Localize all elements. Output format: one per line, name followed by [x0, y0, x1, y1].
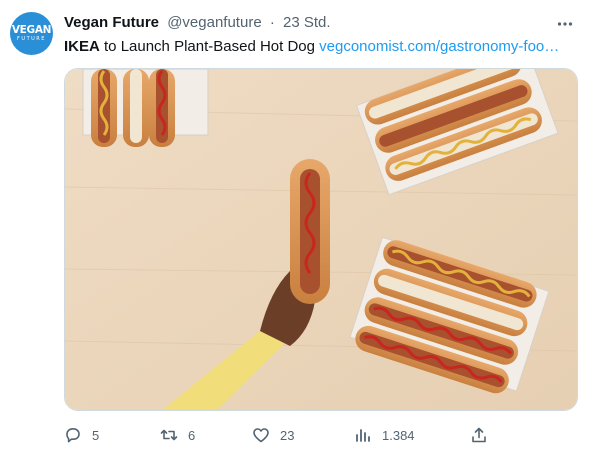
reply-count: 5: [92, 427, 100, 443]
tweet-link[interactable]: vegconomist.com/gastronomy-foo…: [319, 38, 559, 55]
like-button[interactable]: 23: [252, 424, 294, 446]
tweet-text-body: to Launch Plant-Based Hot Dog: [99, 38, 320, 55]
tweet-text-brand: IKEA: [64, 38, 100, 55]
heart-icon: [253, 428, 269, 443]
retweet-button[interactable]: 6: [160, 424, 195, 446]
display-name[interactable]: Vegan Future: [64, 14, 159, 31]
avatar-subtext: FUTURE: [17, 36, 46, 42]
separator-dot: ·: [269, 14, 275, 31]
reply-button[interactable]: 5: [64, 424, 99, 446]
analytics-icon: [356, 429, 370, 442]
views-count: 1.384: [382, 427, 415, 443]
share-button[interactable]: [470, 424, 488, 446]
like-count: 23: [280, 427, 295, 443]
tweet-text: IKEA to Launch Plant-Based Hot Dog vegco…: [64, 38, 579, 56]
photo-hot-dogs: [65, 69, 577, 410]
views-button[interactable]: 1.384: [354, 424, 415, 446]
more-options-button[interactable]: [555, 14, 575, 34]
tweet-media-image[interactable]: [64, 68, 578, 411]
retweet-icon: [160, 429, 178, 441]
tweet-header: Vegan Future @veganfuture · 23 Std.: [64, 14, 331, 32]
tweet-card[interactable]: VEGAN FUTURE Vegan Future @veganfuture ·…: [0, 0, 595, 452]
share-icon: [472, 427, 486, 443]
tweet-timestamp[interactable]: 23 Std.: [283, 14, 331, 31]
retweet-count: 6: [188, 427, 196, 443]
tweet-actions: 5 6 23 1.384: [64, 424, 564, 446]
user-handle[interactable]: @veganfuture: [167, 14, 261, 31]
avatar-text: VEGAN: [11, 24, 52, 36]
reply-icon: [66, 428, 80, 443]
more-icon: [557, 22, 573, 26]
avatar[interactable]: VEGAN FUTURE: [10, 12, 53, 55]
